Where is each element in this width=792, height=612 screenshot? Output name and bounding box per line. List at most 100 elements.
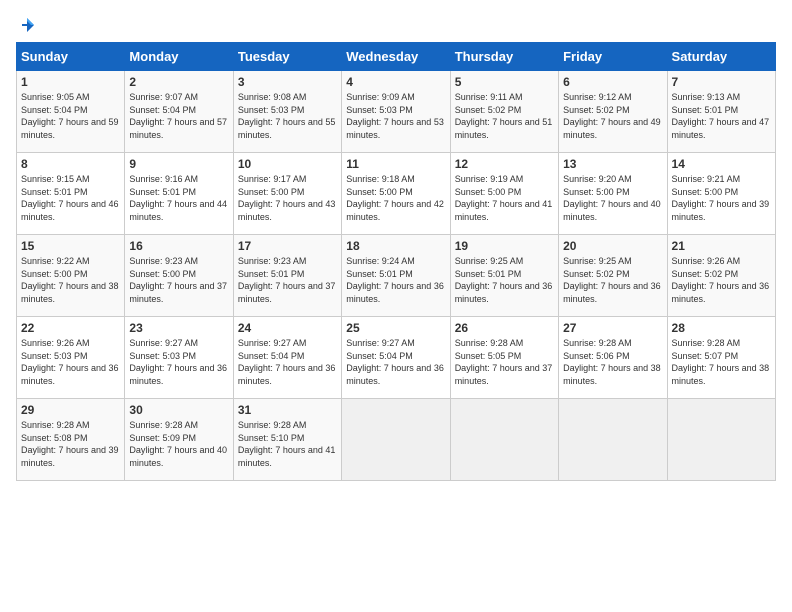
day-number: 25	[346, 321, 445, 335]
day-info: Sunrise: 9:05 AMSunset: 5:04 PMDaylight:…	[21, 92, 119, 140]
day-cell: 26 Sunrise: 9:28 AMSunset: 5:05 PMDayligh…	[450, 317, 558, 399]
day-info: Sunrise: 9:26 AMSunset: 5:02 PMDaylight:…	[672, 256, 770, 304]
day-info: Sunrise: 9:27 AMSunset: 5:04 PMDaylight:…	[238, 338, 336, 386]
day-number: 2	[129, 75, 228, 89]
day-info: Sunrise: 9:12 AMSunset: 5:02 PMDaylight:…	[563, 92, 661, 140]
day-cell: 27 Sunrise: 9:28 AMSunset: 5:06 PMDayligh…	[559, 317, 667, 399]
day-number: 18	[346, 239, 445, 253]
day-cell	[559, 399, 667, 481]
week-row-4: 22 Sunrise: 9:26 AMSunset: 5:03 PMDayligh…	[17, 317, 776, 399]
day-number: 31	[238, 403, 337, 417]
day-cell: 9 Sunrise: 9:16 AMSunset: 5:01 PMDaylight…	[125, 153, 233, 235]
weekday-header-thursday: Thursday	[450, 43, 558, 71]
day-number: 6	[563, 75, 662, 89]
weekday-header-saturday: Saturday	[667, 43, 775, 71]
day-number: 16	[129, 239, 228, 253]
day-info: Sunrise: 9:19 AMSunset: 5:00 PMDaylight:…	[455, 174, 553, 222]
day-cell: 4 Sunrise: 9:09 AMSunset: 5:03 PMDaylight…	[342, 71, 450, 153]
day-number: 24	[238, 321, 337, 335]
day-cell: 15Sunrise: 9:22 AMSunset: 5:00 PMDayligh…	[17, 235, 125, 317]
day-cell: 8 Sunrise: 9:15 AMSunset: 5:01 PMDaylight…	[17, 153, 125, 235]
day-number: 8	[21, 157, 120, 171]
day-cell: 29Sunrise: 9:28 AMSunset: 5:08 PMDayligh…	[17, 399, 125, 481]
day-cell	[342, 399, 450, 481]
day-info: Sunrise: 9:08 AMSunset: 5:03 PMDaylight:…	[238, 92, 336, 140]
day-info: Sunrise: 9:22 AMSunset: 5:00 PMDaylight:…	[21, 256, 119, 304]
weekday-header-tuesday: Tuesday	[233, 43, 341, 71]
day-info: Sunrise: 9:28 AMSunset: 5:05 PMDaylight:…	[455, 338, 553, 386]
day-cell: 10 Sunrise: 9:17 AMSunset: 5:00 PMDayligh…	[233, 153, 341, 235]
day-cell: 24 Sunrise: 9:27 AMSunset: 5:04 PMDayligh…	[233, 317, 341, 399]
day-cell	[667, 399, 775, 481]
day-number: 21	[672, 239, 771, 253]
day-number: 28	[672, 321, 771, 335]
day-number: 27	[563, 321, 662, 335]
day-cell: 12Sunrise: 9:19 AMSunset: 5:00 PMDayligh…	[450, 153, 558, 235]
day-cell: 19 Sunrise: 9:25 AMSunset: 5:01 PMDayligh…	[450, 235, 558, 317]
day-cell: 25 Sunrise: 9:27 AMSunset: 5:04 PMDayligh…	[342, 317, 450, 399]
day-cell: 3 Sunrise: 9:08 AMSunset: 5:03 PMDaylight…	[233, 71, 341, 153]
day-info: Sunrise: 9:26 AMSunset: 5:03 PMDaylight:…	[21, 338, 119, 386]
day-number: 4	[346, 75, 445, 89]
day-number: 20	[563, 239, 662, 253]
logo-icon	[18, 16, 36, 34]
weekday-header-monday: Monday	[125, 43, 233, 71]
day-info: Sunrise: 9:27 AMSunset: 5:04 PMDaylight:…	[346, 338, 444, 386]
day-cell: 21 Sunrise: 9:26 AMSunset: 5:02 PMDayligh…	[667, 235, 775, 317]
day-cell: 16 Sunrise: 9:23 AMSunset: 5:00 PMDayligh…	[125, 235, 233, 317]
day-cell	[450, 399, 558, 481]
day-cell: 14 Sunrise: 9:21 AMSunset: 5:00 PMDayligh…	[667, 153, 775, 235]
day-number: 9	[129, 157, 228, 171]
day-info: Sunrise: 9:23 AMSunset: 5:00 PMDaylight:…	[129, 256, 227, 304]
day-info: Sunrise: 9:28 AMSunset: 5:07 PMDaylight:…	[672, 338, 770, 386]
day-number: 5	[455, 75, 554, 89]
day-cell: 20 Sunrise: 9:25 AMSunset: 5:02 PMDayligh…	[559, 235, 667, 317]
day-number: 14	[672, 157, 771, 171]
day-info: Sunrise: 9:20 AMSunset: 5:00 PMDaylight:…	[563, 174, 661, 222]
day-cell: 28 Sunrise: 9:28 AMSunset: 5:07 PMDayligh…	[667, 317, 775, 399]
day-cell: 30 Sunrise: 9:28 AMSunset: 5:09 PMDayligh…	[125, 399, 233, 481]
header-row: SundayMondayTuesdayWednesdayThursdayFrid…	[17, 43, 776, 71]
day-number: 3	[238, 75, 337, 89]
day-cell: 1 Sunrise: 9:05 AMSunset: 5:04 PMDaylight…	[17, 71, 125, 153]
weekday-header-friday: Friday	[559, 43, 667, 71]
day-info: Sunrise: 9:16 AMSunset: 5:01 PMDaylight:…	[129, 174, 227, 222]
week-row-3: 15Sunrise: 9:22 AMSunset: 5:00 PMDayligh…	[17, 235, 776, 317]
day-info: Sunrise: 9:28 AMSunset: 5:09 PMDaylight:…	[129, 420, 227, 468]
day-info: Sunrise: 9:25 AMSunset: 5:02 PMDaylight:…	[563, 256, 661, 304]
day-number: 23	[129, 321, 228, 335]
day-info: Sunrise: 9:21 AMSunset: 5:00 PMDaylight:…	[672, 174, 770, 222]
day-number: 30	[129, 403, 228, 417]
day-cell: 17Sunrise: 9:23 AMSunset: 5:01 PMDayligh…	[233, 235, 341, 317]
day-info: Sunrise: 9:17 AMSunset: 5:00 PMDaylight:…	[238, 174, 336, 222]
day-info: Sunrise: 9:27 AMSunset: 5:03 PMDaylight:…	[129, 338, 227, 386]
day-cell: 2 Sunrise: 9:07 AMSunset: 5:04 PMDaylight…	[125, 71, 233, 153]
day-info: Sunrise: 9:07 AMSunset: 5:04 PMDaylight:…	[129, 92, 227, 140]
day-number: 11	[346, 157, 445, 171]
day-cell: 18 Sunrise: 9:24 AMSunset: 5:01 PMDayligh…	[342, 235, 450, 317]
day-number: 1	[21, 75, 120, 89]
header	[16, 16, 776, 30]
day-number: 22	[21, 321, 120, 335]
day-number: 13	[563, 157, 662, 171]
day-number: 7	[672, 75, 771, 89]
day-cell: 31Sunrise: 9:28 AMSunset: 5:10 PMDayligh…	[233, 399, 341, 481]
day-cell: 5Sunrise: 9:11 AMSunset: 5:02 PMDaylight…	[450, 71, 558, 153]
day-info: Sunrise: 9:09 AMSunset: 5:03 PMDaylight:…	[346, 92, 444, 140]
logo-text	[16, 16, 36, 34]
day-info: Sunrise: 9:25 AMSunset: 5:01 PMDaylight:…	[455, 256, 553, 304]
day-info: Sunrise: 9:23 AMSunset: 5:01 PMDaylight:…	[238, 256, 336, 304]
day-cell: 6 Sunrise: 9:12 AMSunset: 5:02 PMDaylight…	[559, 71, 667, 153]
day-info: Sunrise: 9:15 AMSunset: 5:01 PMDaylight:…	[21, 174, 119, 222]
day-number: 19	[455, 239, 554, 253]
day-cell: 23 Sunrise: 9:27 AMSunset: 5:03 PMDayligh…	[125, 317, 233, 399]
day-number: 10	[238, 157, 337, 171]
day-number: 29	[21, 403, 120, 417]
day-info: Sunrise: 9:28 AMSunset: 5:06 PMDaylight:…	[563, 338, 661, 386]
day-info: Sunrise: 9:13 AMSunset: 5:01 PMDaylight:…	[672, 92, 770, 140]
week-row-5: 29Sunrise: 9:28 AMSunset: 5:08 PMDayligh…	[17, 399, 776, 481]
day-number: 26	[455, 321, 554, 335]
logo	[16, 16, 36, 30]
day-info: Sunrise: 9:24 AMSunset: 5:01 PMDaylight:…	[346, 256, 444, 304]
weekday-header-sunday: Sunday	[17, 43, 125, 71]
